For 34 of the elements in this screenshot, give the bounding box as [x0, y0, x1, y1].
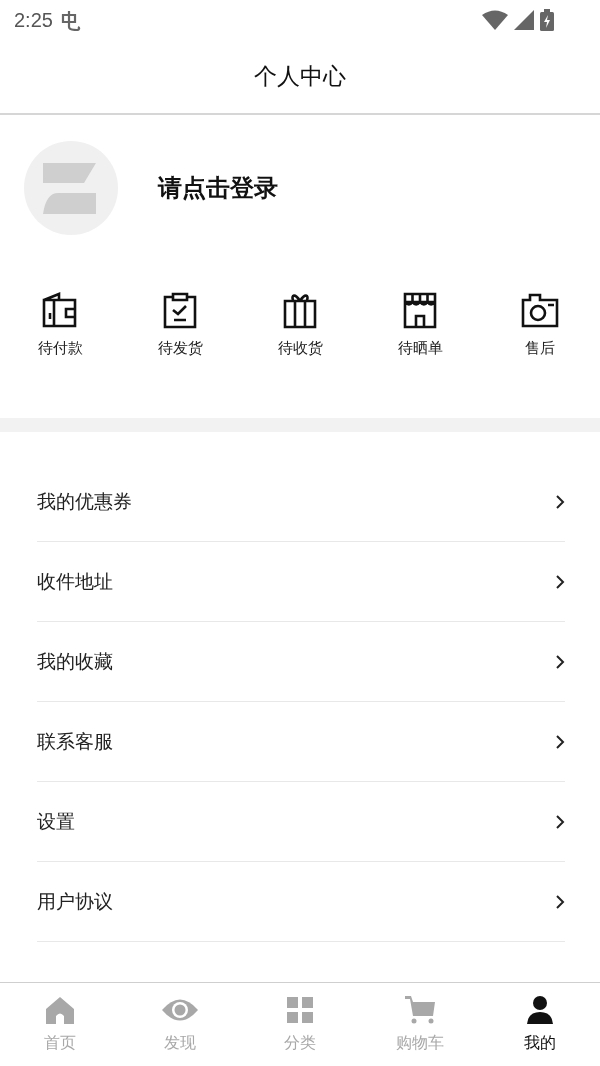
chevron-icon [555, 653, 565, 670]
menu-item[interactable]: 我的优惠券 [37, 462, 565, 542]
cart-icon [405, 995, 435, 1025]
battery-icon [540, 9, 554, 31]
status-time: 2:25 [14, 8, 53, 32]
menu-item[interactable]: 收件地址 [37, 542, 565, 622]
order-status-button[interactable]: 待发货 [120, 291, 240, 358]
gift-icon [281, 291, 319, 329]
store-icon [401, 291, 439, 329]
page-title: 个人中心 [254, 62, 346, 91]
order-status-button[interactable]: 待收货 [240, 291, 360, 358]
menu-item[interactable]: 设置 [37, 782, 565, 862]
chevron-icon [555, 573, 565, 590]
avatar[interactable] [24, 141, 118, 235]
wifi-icon [482, 10, 508, 30]
home-icon [45, 995, 75, 1025]
order-status-button[interactable]: 待付款 [0, 291, 120, 358]
chevron-icon [555, 733, 565, 750]
order-status-button[interactable]: 售后 [480, 291, 600, 358]
login-prompt[interactable]: 请点击登录 [158, 172, 278, 204]
chevron-icon [555, 813, 565, 830]
chevron-icon [555, 493, 565, 510]
menu-item[interactable]: 联系客服 [37, 702, 565, 782]
camera-icon [520, 291, 560, 329]
tab-bar-item[interactable]: 我的 [480, 983, 600, 1066]
menu-item[interactable]: 我的收藏 [37, 622, 565, 702]
grid-icon [287, 995, 313, 1025]
menu-item[interactable]: 用户协议 [37, 862, 565, 942]
chevron-icon [555, 893, 565, 910]
clipboard-check-icon [161, 291, 199, 329]
signal-icon [514, 10, 534, 30]
wallet-icon [41, 291, 79, 329]
person-icon [526, 995, 554, 1025]
order-status-button[interactable]: 待晒单 [360, 291, 480, 358]
